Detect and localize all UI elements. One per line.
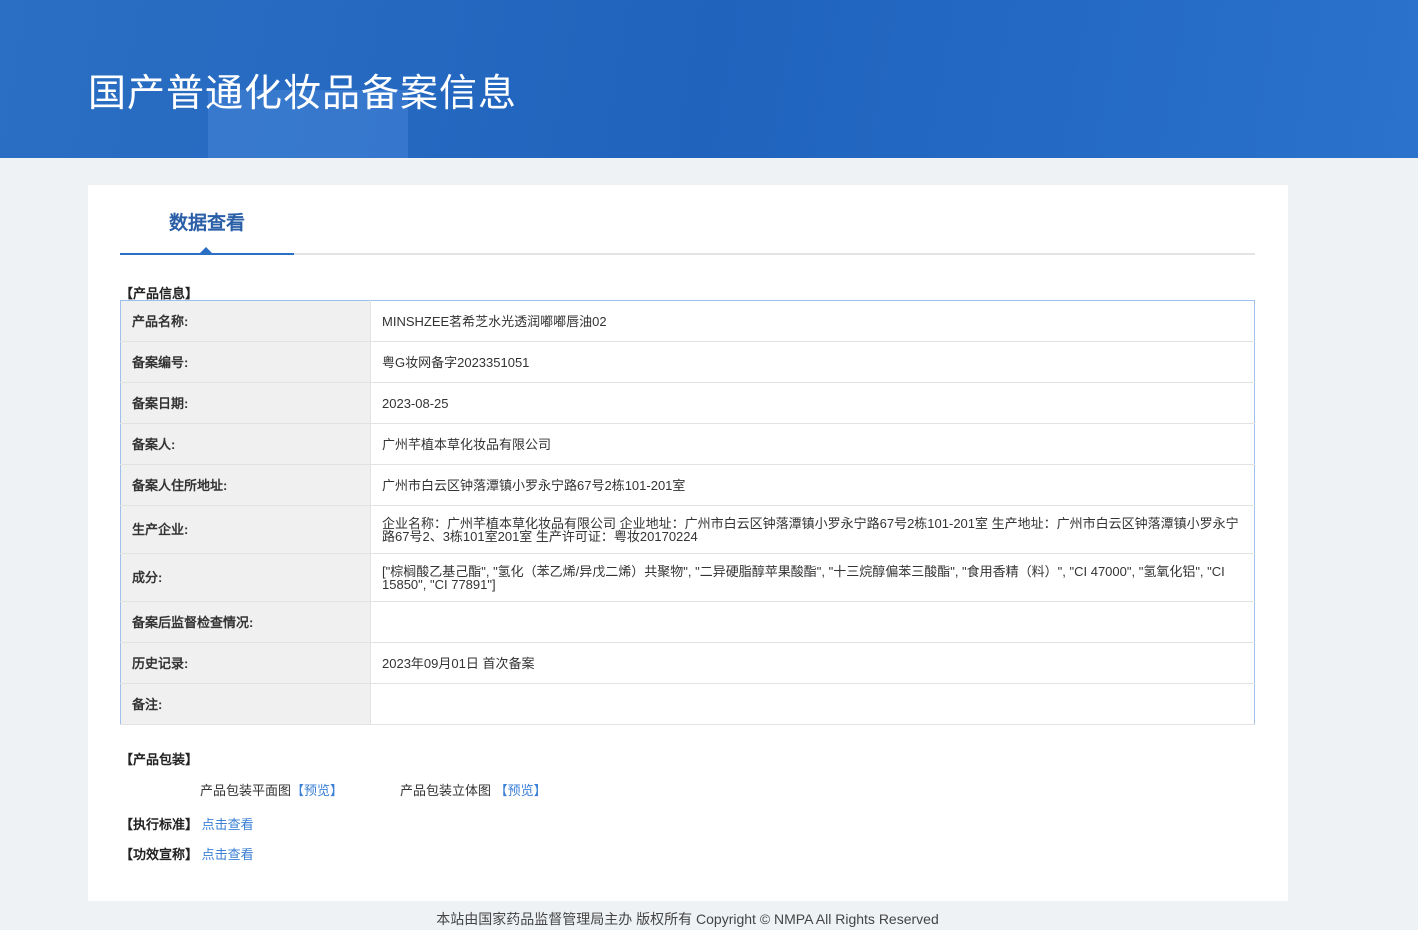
table-row: 备案后监督检查情况: — [120, 601, 1255, 643]
standard-view-link[interactable]: 点击查看 — [202, 817, 254, 832]
package-solid-preview-link[interactable]: 【预览】 — [495, 783, 547, 798]
row-label: 备案人: — [120, 423, 371, 465]
header-banner: 国产普通化妆品备案信息 — [0, 0, 1418, 158]
page-title: 国产普通化妆品备案信息 — [88, 73, 518, 115]
table-row: 生产企业: 企业名称：广州芊植本草化妆品有限公司 企业地址：广州市白云区钟落潭镇小… — [120, 505, 1255, 554]
row-value: 2023年09月01日 首次备案 — [370, 642, 1255, 684]
table-row: 备注: — [120, 683, 1255, 725]
row-value: ["棕榈酸乙基己酯", "氢化（苯乙烯/异戊二烯）共聚物", "二异硬脂醇苹果酸… — [370, 553, 1255, 602]
package-solid: 产品包装立体图 【预览】 — [400, 780, 547, 799]
row-value: 企业名称：广州芊植本草化妆品有限公司 企业地址：广州市白云区钟落潭镇小罗永宁路6… — [370, 505, 1255, 554]
table-row: 备案编号: 粤G妆网备字2023351051 — [120, 341, 1255, 383]
table-row: 备案人住所地址: 广州市白云区钟落潭镇小罗永宁路67号2栋101-201室 — [120, 464, 1255, 506]
row-label: 备注: — [120, 683, 371, 725]
package-flat-label: 产品包装平面图 — [200, 783, 292, 798]
efficacy-view-link[interactable]: 点击查看 — [202, 847, 254, 862]
table-row: 备案人: 广州芊植本草化妆品有限公司 — [120, 423, 1255, 465]
table-row: 备案日期: 2023-08-25 — [120, 382, 1255, 424]
row-value: MINSHZEE茗希芝水光透润嘟嘟唇油02 — [370, 300, 1255, 342]
row-label: 备案后监督检查情况: — [120, 601, 371, 643]
packaging-heading: 【产品包装】 — [120, 752, 199, 767]
row-label: 备案人住所地址: — [120, 464, 371, 506]
package-solid-label: 产品包装立体图 — [400, 783, 492, 798]
footer: 本站由国家药品监督管理局主办 版权所有 Copyright © NMPA All… — [436, 911, 939, 927]
row-value — [370, 683, 1255, 725]
table-row: 成分: ["棕榈酸乙基己酯", "氢化（苯乙烯/异戊二烯）共聚物", "二异硬脂醇… — [120, 553, 1255, 602]
row-label: 备案日期: — [120, 382, 371, 424]
table-row: 产品名称: MINSHZEE茗希芝水光透润嘟嘟唇油02 — [120, 300, 1255, 342]
row-label: 历史记录: — [120, 642, 371, 684]
tab-bar: 数据查看 — [120, 185, 1255, 255]
product-info-table: 产品名称: MINSHZEE茗希芝水光透润嘟嘟唇油02 备案编号: 粤G妆网备字202… — [120, 300, 1255, 725]
row-value: 广州市白云区钟落潭镇小罗永宁路67号2栋101-201室 — [370, 464, 1255, 506]
content-card: 数据查看 【产品信息】 产品名称: MINSHZEE茗希芝水光透润嘟嘟唇油02 备案… — [88, 185, 1288, 901]
row-value: 广州芊植本草化妆品有限公司 — [370, 423, 1255, 465]
row-label: 生产企业: — [120, 505, 371, 554]
row-label: 成分: — [120, 553, 371, 602]
row-value — [370, 601, 1255, 643]
package-flat-preview-link[interactable]: 【预览】 — [291, 783, 343, 798]
table-row: 历史记录: 2023年09月01日 首次备案 — [120, 642, 1255, 684]
package-flat: 产品包装平面图【预览】 — [200, 780, 343, 799]
tab-data-view[interactable]: 数据查看 — [120, 185, 294, 255]
standard-heading: 【执行标准】 — [120, 817, 199, 832]
row-label: 产品名称: — [120, 300, 371, 342]
standard-row: 【执行标准】 点击查看 — [120, 814, 254, 833]
efficacy-row: 【功效宣称】 点击查看 — [120, 844, 254, 863]
efficacy-heading: 【功效宣称】 — [120, 847, 199, 862]
row-value: 2023-08-25 — [370, 382, 1255, 424]
row-label: 备案编号: — [120, 341, 371, 383]
row-value: 粤G妆网备字2023351051 — [370, 341, 1255, 383]
